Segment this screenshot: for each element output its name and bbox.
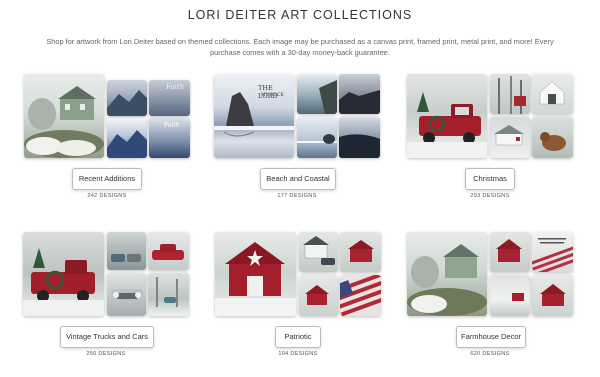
red-car-thumbnail[interactable] — [148, 232, 189, 270]
american-flag-thumbnail[interactable] — [340, 275, 381, 316]
red-truck-wreath-thumbnail[interactable] — [407, 74, 487, 158]
beach-and-coastal-button[interactable]: Beach and Coastal — [260, 168, 336, 190]
farmhouse-quote-drawing — [532, 238, 573, 272]
farmhouse-quote-thumbnail[interactable] — [532, 232, 573, 272]
highland-cow-thumbnail[interactable] — [532, 117, 573, 158]
snowy-farm-drawing — [494, 125, 524, 146]
red-barn-small-thumbnail[interactable] — [340, 232, 381, 272]
collage[interactable] — [23, 232, 189, 316]
collage[interactable]: Faith Faith — [24, 74, 190, 158]
collection-card-beach-and-coastal[interactable]: THE LORD MY ROCK Beach and Coastal 177 D… — [214, 74, 380, 199]
white-barn-drawing — [539, 81, 565, 105]
blue-mountain-drawing — [107, 130, 147, 158]
faith-quote-thumbnail[interactable]: Faith — [149, 80, 190, 116]
foggy-field-drawing — [512, 293, 524, 301]
foggy-field-thumbnail[interactable] — [490, 275, 530, 316]
collection-card-christmas[interactable]: Christmas 293 DESIGNS — [407, 74, 573, 199]
patriotic-count: 104 DESIGNS — [278, 351, 318, 357]
farmhouse-drawing — [24, 86, 104, 158]
christmas-button[interactable]: Christmas — [465, 168, 515, 190]
beach-rocks-thumbnail[interactable] — [297, 117, 337, 158]
seascape-thumbnail[interactable] — [339, 117, 380, 158]
snowy-woods-drawing — [498, 76, 526, 114]
collection-card-farmhouse-decor[interactable]: Farmhouse Decor 620 DESIGNS — [407, 232, 573, 357]
green-farmhouse-thumbnail[interactable] — [407, 232, 487, 316]
red-barn-field-drawing — [540, 284, 566, 306]
page-description: Shop for artwork from Lori Deiter based … — [46, 37, 554, 57]
faith-quote-2-thumbnail[interactable]: Faith — [149, 118, 190, 158]
recent-additions-count: 242 DESIGNS — [87, 193, 127, 199]
red-barn-winter-drawing — [496, 239, 522, 262]
recent-additions-button[interactable]: Recent Additions — [72, 168, 142, 190]
snowy-cars-drawing — [111, 254, 141, 262]
barn-truck-drawing — [303, 236, 335, 265]
blue-mountains-thumbnail[interactable] — [107, 118, 147, 158]
haystack-rock-thumbnail[interactable]: THE LORD MY ROCK — [214, 74, 294, 158]
collage[interactable] — [407, 232, 573, 316]
snowy-lane-thumbnail[interactable] — [148, 273, 189, 316]
coastal-cliffs-thumbnail[interactable] — [297, 74, 337, 114]
seascape-drawing — [339, 134, 380, 158]
farmhouse-decor-button[interactable]: Farmhouse Decor — [456, 326, 526, 348]
patriotic-button[interactable]: Patriotic — [275, 326, 321, 348]
shore-drawing — [339, 90, 380, 114]
cliffs-drawing — [319, 80, 337, 114]
red-barn-drawing — [215, 242, 296, 316]
snowy-farm-thumbnail[interactable] — [490, 117, 530, 158]
collection-card-vintage-trucks-and-cars[interactable]: Vintage Trucks and Cars 250 DESIGNS — [23, 232, 189, 357]
green-farmhouse-drawing — [407, 244, 487, 316]
snowy-woods-thumbnail[interactable] — [490, 74, 530, 114]
farmhouse-decor-count: 620 DESIGNS — [470, 351, 510, 357]
farmhouse-fog-thumbnail[interactable] — [24, 74, 104, 158]
american-flag-drawing — [340, 275, 381, 316]
collage[interactable] — [215, 232, 381, 316]
vintage-trucks-and-cars-button[interactable]: Vintage Trucks and Cars — [60, 326, 154, 348]
snowy-cars-thumbnail[interactable] — [107, 232, 146, 270]
faith-quote-text: Faith — [166, 83, 185, 91]
vintage-truck-drawing — [23, 248, 104, 316]
misty-shore-thumbnail[interactable] — [339, 74, 380, 114]
collage[interactable]: THE LORD MY ROCK — [214, 74, 380, 158]
lord-subtitle-text: MY ROCK — [261, 93, 284, 98]
white-barn-thumbnail[interactable] — [532, 74, 573, 114]
collection-card-patriotic[interactable]: Patriotic 104 DESIGNS — [215, 232, 381, 357]
mountain-mist-thumbnail[interactable] — [107, 80, 147, 116]
faith-quote-text-2: Faith — [164, 122, 180, 129]
christmas-count: 293 DESIGNS — [470, 193, 510, 199]
red-barn-winter-thumbnail[interactable] — [490, 232, 530, 272]
car-front-drawing — [111, 289, 143, 303]
barn-field-drawing — [305, 285, 329, 305]
barn-and-truck-thumbnail[interactable] — [299, 232, 338, 272]
red-truck-drawing — [407, 92, 487, 158]
barn-in-field-thumbnail[interactable] — [299, 275, 338, 316]
highland-cow-drawing — [540, 132, 566, 151]
red-barn-small-drawing — [348, 240, 374, 262]
vintage-trucks-and-cars-count: 250 DESIGNS — [86, 351, 126, 357]
collage[interactable] — [407, 74, 573, 158]
collection-card-recent-additions[interactable]: Faith Faith Recent Additions 242 DESIGNS — [24, 74, 190, 199]
red-barn-field-thumbnail[interactable] — [532, 275, 573, 316]
beach-and-coastal-count: 177 DESIGNS — [277, 193, 317, 199]
snowy-lane-drawing — [156, 277, 178, 307]
page-title: LORI DEITER ART COLLECTIONS — [187, 8, 413, 22]
red-barn-star-thumbnail[interactable] — [215, 232, 296, 316]
christmas-truck-thumbnail[interactable] — [23, 232, 104, 316]
vintage-car-front-thumbnail[interactable] — [107, 273, 146, 316]
mountain-drawing — [107, 90, 147, 116]
red-car-drawing — [152, 244, 184, 260]
beach-rocks-drawing — [297, 134, 337, 144]
